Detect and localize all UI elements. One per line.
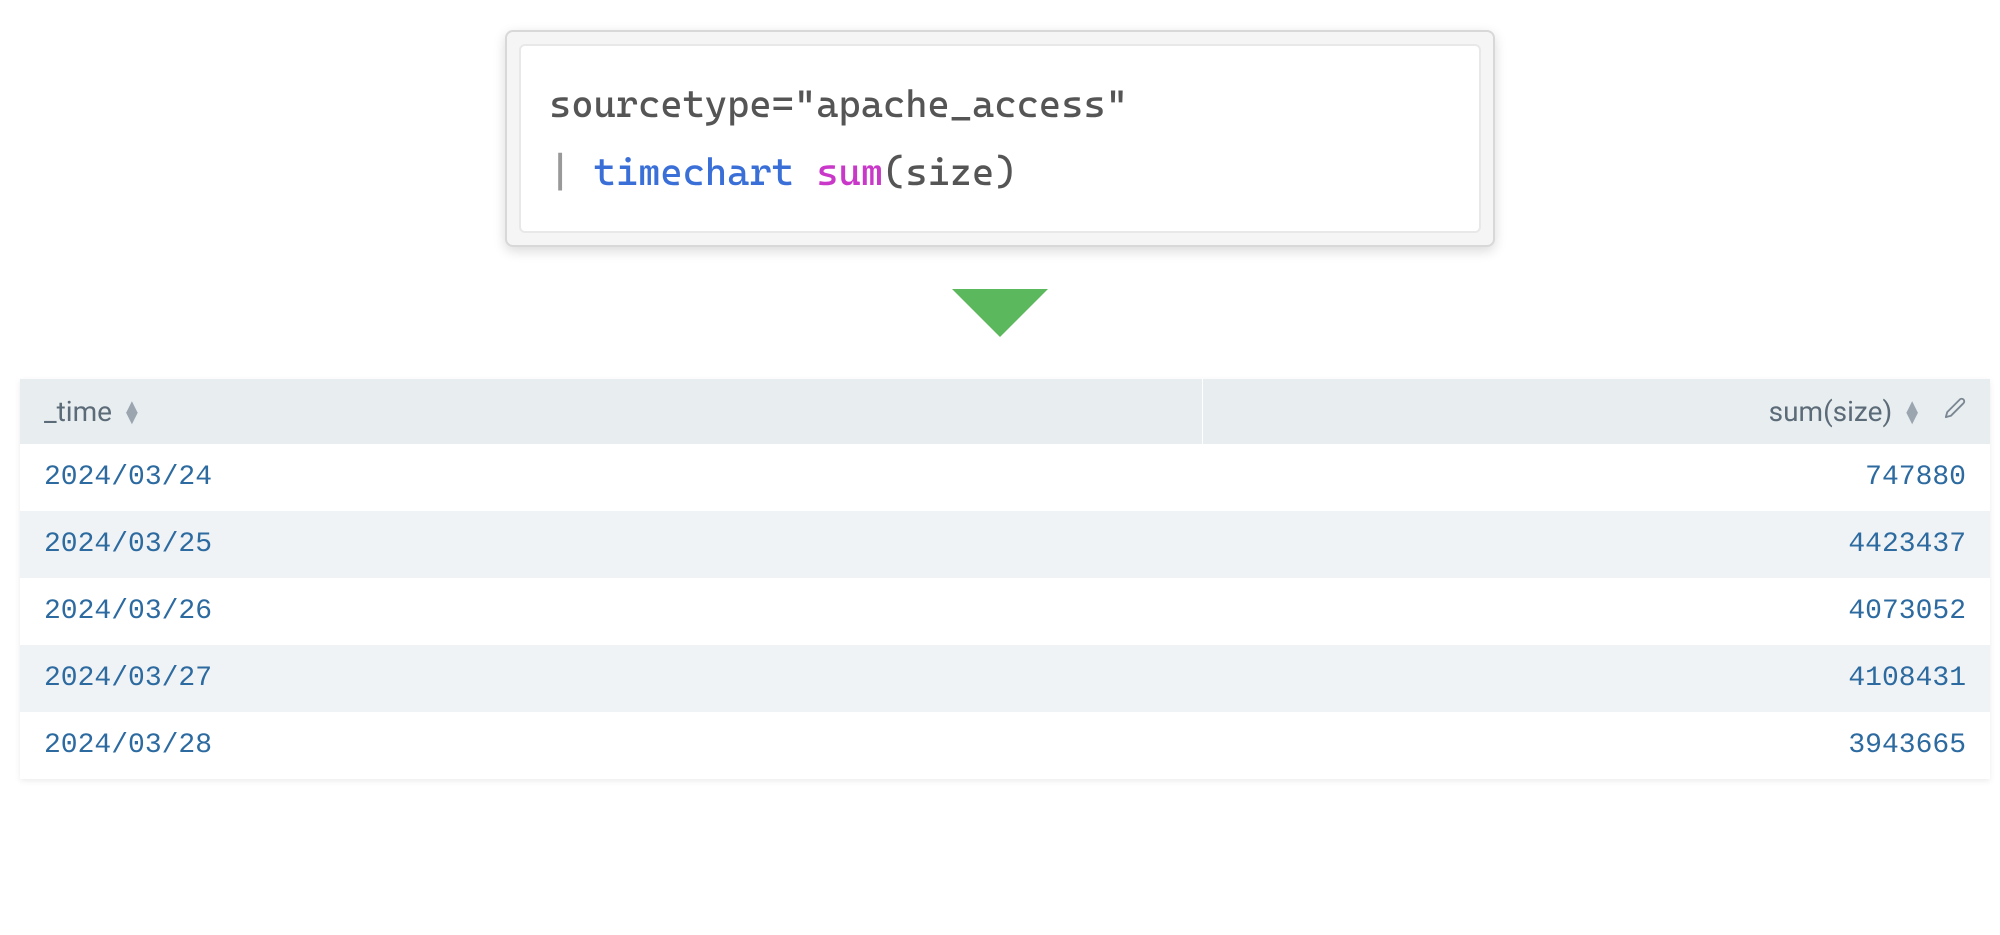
cell-value: 747880 (1202, 444, 1990, 511)
table-row[interactable]: 2024/03/24 747880 (20, 444, 1990, 511)
cell-value: 4423437 (1202, 511, 1990, 578)
table-header-row: _time ▲▼ sum(size) ▲▼ (20, 379, 1990, 444)
query-line-1: sourcetype="apache_access" (549, 82, 1128, 126)
pencil-icon[interactable] (1944, 397, 1966, 425)
query-paren-close: ) (994, 150, 1016, 194)
sort-icon[interactable]: ▲▼ (122, 399, 142, 424)
results-table: _time ▲▼ sum(size) ▲▼ 2024/03/24 747880 … (20, 379, 1990, 779)
query-pipe: | (549, 150, 571, 194)
arrow-down-icon (952, 289, 1048, 337)
cell-value: 4073052 (1202, 578, 1990, 645)
cell-time: 2024/03/28 (20, 712, 1202, 779)
sort-icon[interactable]: ▲▼ (1902, 399, 1922, 424)
column-header-sum-label: sum(size) (1769, 395, 1893, 428)
cell-value: 3943665 (1202, 712, 1990, 779)
query-arg: size (905, 150, 994, 194)
column-header-time[interactable]: _time ▲▼ (20, 379, 1202, 444)
cell-time: 2024/03/25 (20, 511, 1202, 578)
query-editor[interactable]: sourcetype="apache_access" | timechart s… (505, 30, 1495, 247)
table-row[interactable]: 2024/03/26 4073052 (20, 578, 1990, 645)
query-command: timechart (594, 150, 794, 194)
query-function: sum (816, 150, 883, 194)
cell-time: 2024/03/26 (20, 578, 1202, 645)
query-paren-open: ( (883, 150, 905, 194)
column-header-time-label: _time (44, 395, 112, 428)
cell-time: 2024/03/27 (20, 645, 1202, 712)
cell-value: 4108431 (1202, 645, 1990, 712)
table-body: 2024/03/24 747880 2024/03/25 4423437 202… (20, 444, 1990, 779)
column-header-sum[interactable]: sum(size) ▲▼ (1202, 379, 1990, 444)
arrow-container (20, 289, 1980, 337)
table-row[interactable]: 2024/03/27 4108431 (20, 645, 1990, 712)
cell-time: 2024/03/24 (20, 444, 1202, 511)
query-text[interactable]: sourcetype="apache_access" | timechart s… (519, 44, 1481, 233)
table-row[interactable]: 2024/03/28 3943665 (20, 712, 1990, 779)
table-row[interactable]: 2024/03/25 4423437 (20, 511, 1990, 578)
